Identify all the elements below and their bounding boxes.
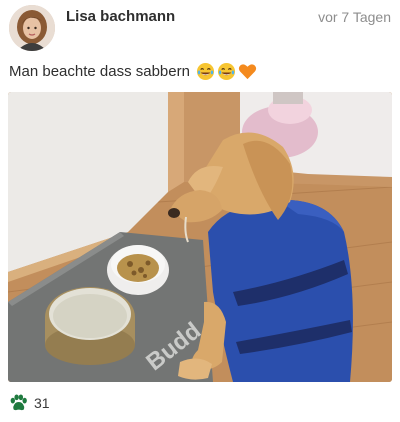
author-name[interactable]: Lisa bachmann: [66, 8, 175, 25]
paw-icon: [10, 394, 27, 411]
caption-emojis: [196, 62, 257, 81]
post-photo[interactable]: Budd: [8, 92, 392, 382]
orange-heart-emoji: [238, 64, 257, 80]
caption-text: Man beachte dass sabbern: [9, 63, 190, 80]
post-footer: 31: [9, 392, 50, 414]
like-button[interactable]: [9, 394, 28, 412]
laughing-tears-emoji: [217, 62, 236, 81]
feed-post: Lisa bachmann vor 7 Tagen Man beachte da…: [0, 0, 400, 422]
dog-photo-image: Budd: [8, 92, 392, 382]
post-caption: Man beachte dass sabbern: [9, 62, 257, 81]
like-count: 31: [34, 395, 50, 411]
laughing-tears-emoji: [196, 62, 215, 81]
post-header: Lisa bachmann vor 7 Tagen: [0, 0, 400, 56]
avatar[interactable]: [9, 5, 55, 51]
post-timestamp: vor 7 Tagen: [318, 9, 391, 25]
